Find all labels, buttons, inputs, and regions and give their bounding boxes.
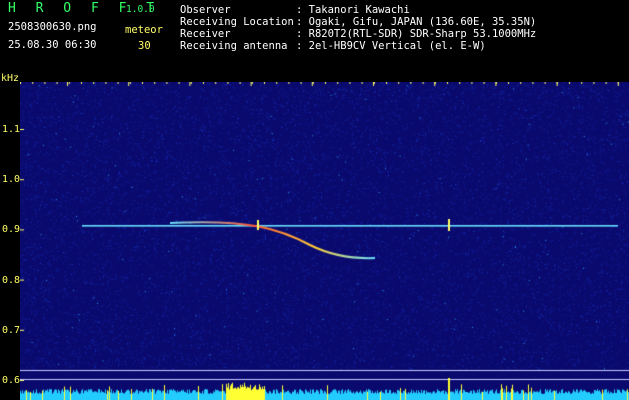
info-value-location: : Ogaki, Gifu, JAPAN (136.60E, 35.35N)	[296, 16, 537, 28]
datetime: 25.08.30 06:30	[8, 39, 97, 51]
spectrogram	[20, 82, 629, 400]
app-version: 1.0.0	[126, 4, 155, 15]
counter-label: meteor	[125, 24, 163, 36]
info-value-receiver: : R820T2(RTL-SDR) SDR-Sharp 53.1000MHz	[296, 28, 537, 40]
info-value-antenna: : 2el-HB9CV Vertical (el. E-W)	[296, 40, 486, 52]
info-label-antenna: Receiving antenna	[180, 40, 288, 52]
freq-unit-label: kHz	[1, 73, 20, 84]
freq-tick-label: 0.8	[2, 274, 21, 286]
counter-value: 30	[138, 40, 151, 52]
freq-tick-label: 0.6	[2, 375, 21, 386]
info-label-receiver: Receiver	[180, 28, 231, 40]
hrofft-window: H R O F F T 1.0.0 2508300630.png meteor …	[0, 0, 629, 400]
freq-tick-label: 0.9	[2, 224, 21, 236]
freq-tick-label: 1.1	[2, 124, 21, 135]
info-label-location: Receiving Location	[180, 16, 294, 28]
freq-tick-label: 1.0	[2, 174, 21, 186]
info-label-observer: Observer	[180, 4, 231, 16]
filename: 2508300630.png	[8, 21, 97, 33]
info-value-observer: : Takanori Kawachi	[296, 4, 410, 16]
freq-tick-label: 0.7	[2, 324, 21, 336]
